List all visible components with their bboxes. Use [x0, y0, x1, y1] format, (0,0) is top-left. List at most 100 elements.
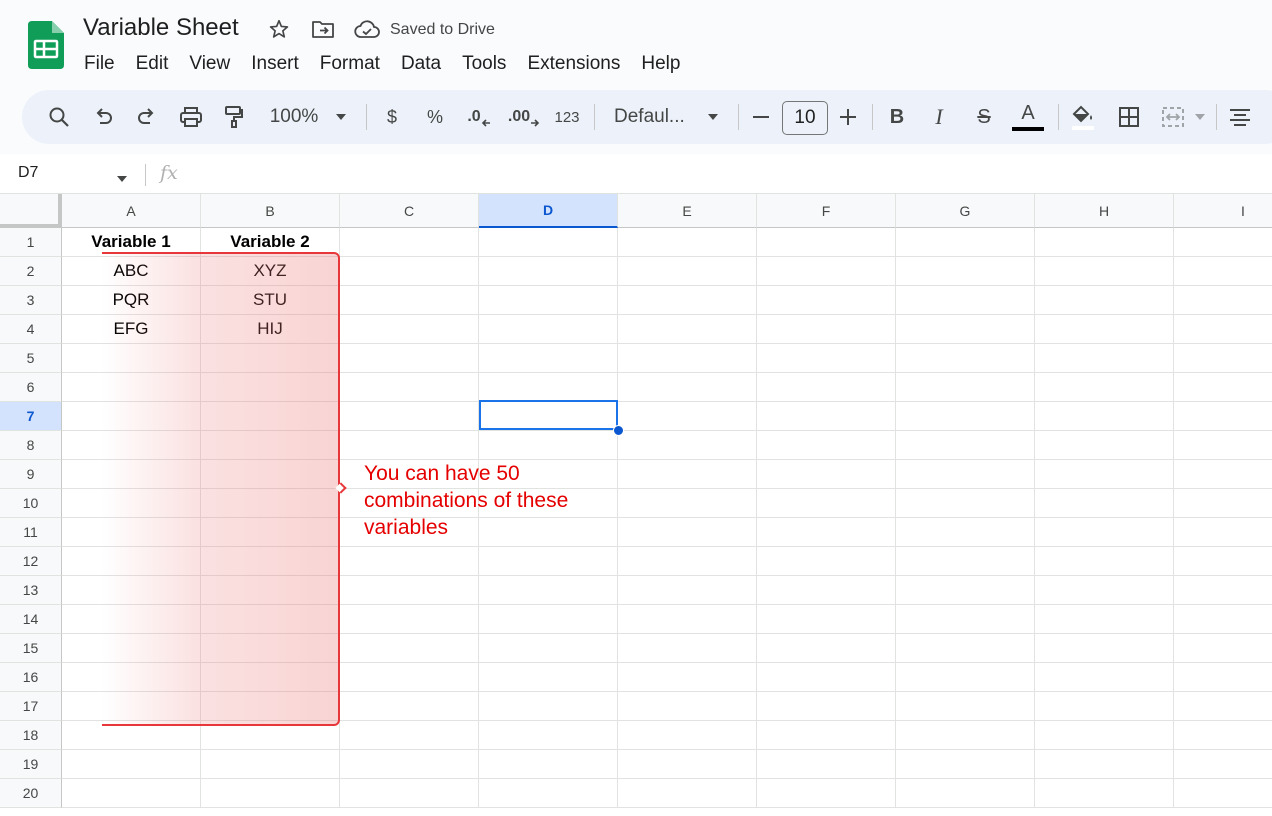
cell-f8[interactable] [757, 431, 896, 460]
row-header-1[interactable]: 1 [0, 228, 62, 257]
cell-b20[interactable] [201, 779, 340, 808]
column-header-b[interactable]: B [201, 194, 340, 228]
cell-b7[interactable] [201, 402, 340, 431]
cell-g9[interactable] [896, 460, 1035, 489]
cell-b3[interactable]: STU [201, 286, 340, 315]
cell-i4[interactable] [1174, 315, 1272, 344]
cell-f10[interactable] [757, 489, 896, 518]
cell-e10[interactable] [618, 489, 757, 518]
cell-e2[interactable] [618, 257, 757, 286]
cell-e20[interactable] [618, 779, 757, 808]
cell-a17[interactable] [62, 692, 201, 721]
menu-extensions[interactable]: Extensions [527, 52, 620, 76]
increase-font-size-icon[interactable] [836, 101, 860, 133]
row-header-16[interactable]: 16 [0, 663, 62, 692]
row-header-5[interactable]: 5 [0, 344, 62, 373]
save-status[interactable]: Saved to Drive [390, 21, 495, 39]
column-header-f[interactable]: F [757, 194, 896, 228]
cell-i19[interactable] [1174, 750, 1272, 779]
cell-g12[interactable] [896, 547, 1035, 576]
cell-a1[interactable]: Variable 1 [62, 228, 201, 257]
row-header-12[interactable]: 12 [0, 547, 62, 576]
menu-tools[interactable]: Tools [462, 52, 506, 76]
cell-a14[interactable] [62, 605, 201, 634]
font-size-input[interactable]: 10 [782, 101, 828, 135]
fill-color-icon[interactable] [1066, 101, 1100, 133]
row-header-13[interactable]: 13 [0, 576, 62, 605]
increase-decimal-button[interactable]: .00 [506, 101, 542, 133]
cell-b1[interactable]: Variable 2 [201, 228, 340, 257]
cell-b2[interactable]: XYZ [201, 257, 340, 286]
cell-c3[interactable] [340, 286, 479, 315]
row-header-10[interactable]: 10 [0, 489, 62, 518]
cell-h5[interactable] [1035, 344, 1174, 373]
cell-g11[interactable] [896, 518, 1035, 547]
cell-h16[interactable] [1035, 663, 1174, 692]
cell-h4[interactable] [1035, 315, 1174, 344]
cell-f17[interactable] [757, 692, 896, 721]
cell-d3[interactable] [479, 286, 618, 315]
cell-a11[interactable] [62, 518, 201, 547]
cell-d2[interactable] [479, 257, 618, 286]
cell-h9[interactable] [1035, 460, 1174, 489]
column-header-h[interactable]: H [1035, 194, 1174, 228]
cell-f16[interactable] [757, 663, 896, 692]
cell-c8[interactable] [340, 431, 479, 460]
row-header-17[interactable]: 17 [0, 692, 62, 721]
font-dropdown-icon[interactable] [704, 101, 722, 133]
redo-icon[interactable] [132, 101, 160, 133]
column-header-e[interactable]: E [618, 194, 757, 228]
cell-e5[interactable] [618, 344, 757, 373]
cell-c16[interactable] [340, 663, 479, 692]
cell-g20[interactable] [896, 779, 1035, 808]
cell-f6[interactable] [757, 373, 896, 402]
cell-g7[interactable] [896, 402, 1035, 431]
cell-e11[interactable] [618, 518, 757, 547]
percent-format-button[interactable]: % [422, 101, 448, 133]
cell-a19[interactable] [62, 750, 201, 779]
cell-d16[interactable] [479, 663, 618, 692]
cell-c18[interactable] [340, 721, 479, 750]
italic-button[interactable]: I [928, 101, 950, 133]
cell-i17[interactable] [1174, 692, 1272, 721]
row-header-20[interactable]: 20 [0, 779, 62, 808]
row-header-4[interactable]: 4 [0, 315, 62, 344]
cell-a10[interactable] [62, 489, 201, 518]
menu-edit[interactable]: Edit [136, 52, 169, 76]
cell-c2[interactable] [340, 257, 479, 286]
cell-d17[interactable] [479, 692, 618, 721]
cell-i12[interactable] [1174, 547, 1272, 576]
cell-h20[interactable] [1035, 779, 1174, 808]
cell-b5[interactable] [201, 344, 340, 373]
cell-i3[interactable] [1174, 286, 1272, 315]
cell-g19[interactable] [896, 750, 1035, 779]
cell-e8[interactable] [618, 431, 757, 460]
cell-i7[interactable] [1174, 402, 1272, 431]
cell-f9[interactable] [757, 460, 896, 489]
menu-data[interactable]: Data [401, 52, 441, 76]
borders-icon[interactable] [1114, 101, 1144, 133]
cell-c15[interactable] [340, 634, 479, 663]
cell-g8[interactable] [896, 431, 1035, 460]
cell-a12[interactable] [62, 547, 201, 576]
cell-h17[interactable] [1035, 692, 1174, 721]
menu-file[interactable]: File [84, 52, 115, 76]
fill-handle[interactable] [613, 425, 624, 436]
merge-cells-icon[interactable] [1158, 101, 1188, 133]
cell-f11[interactable] [757, 518, 896, 547]
cell-c1[interactable] [340, 228, 479, 257]
cell-a8[interactable] [62, 431, 201, 460]
cell-h6[interactable] [1035, 373, 1174, 402]
cell-h18[interactable] [1035, 721, 1174, 750]
cell-d6[interactable] [479, 373, 618, 402]
merge-dropdown-icon[interactable] [1192, 101, 1208, 133]
cell-g17[interactable] [896, 692, 1035, 721]
column-header-c[interactable]: C [340, 194, 479, 228]
zoom-dropdown-icon[interactable] [332, 101, 350, 133]
cell-i2[interactable] [1174, 257, 1272, 286]
row-header-7[interactable]: 7 [0, 402, 62, 431]
cell-c13[interactable] [340, 576, 479, 605]
cell-b17[interactable] [201, 692, 340, 721]
cell-d12[interactable] [479, 547, 618, 576]
cell-d20[interactable] [479, 779, 618, 808]
